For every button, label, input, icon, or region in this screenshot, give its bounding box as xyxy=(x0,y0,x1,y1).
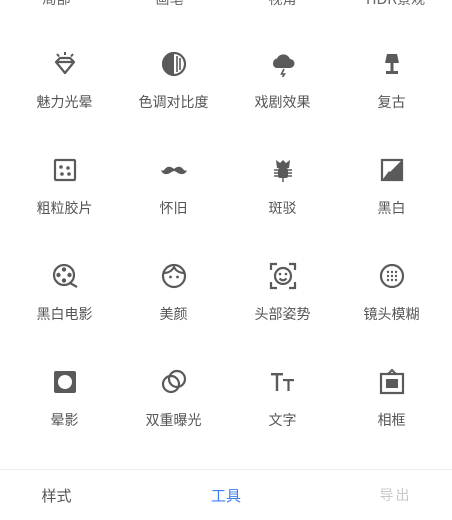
lens-blur-icon xyxy=(378,262,406,290)
tool-lens-blur[interactable]: 镜头模糊 xyxy=(337,256,446,362)
tool-vintage[interactable]: 复古 xyxy=(337,44,446,150)
double-exposure-icon xyxy=(160,368,188,396)
tool-label: 戏剧效果 xyxy=(254,95,311,111)
face-pose-icon xyxy=(269,262,297,290)
tool-label: 粗粒胶片 xyxy=(36,201,93,217)
partial-label-4[interactable]: HDR景观 xyxy=(339,0,452,10)
partial-label-2[interactable]: 画笔 xyxy=(113,0,226,10)
tool-label: 双重曝光 xyxy=(145,413,202,429)
grainy-film-icon xyxy=(51,156,79,184)
tool-glamour-glow[interactable]: 魅力光晕 xyxy=(10,44,119,150)
tool-drama[interactable]: 戏剧效果 xyxy=(228,44,337,150)
tonal-contrast-icon xyxy=(160,50,188,78)
partial-tool-row: 局部 画笔 视角 HDR景观 xyxy=(0,0,452,10)
tool-head-pose[interactable]: 头部姿势 xyxy=(228,256,337,362)
tool-double-exposure[interactable]: 双重曝光 xyxy=(119,362,228,468)
tool-noir[interactable]: 黑白电影 xyxy=(10,256,119,362)
vignette-icon xyxy=(51,368,79,396)
tool-label: 斑驳 xyxy=(268,201,297,217)
tools-grid: 魅力光晕 色调对比度 戏剧效果 复古 粗粒胶片 怀旧 斑驳 黑白 黑白电影 美颜… xyxy=(10,44,446,468)
tool-label: 复古 xyxy=(377,95,406,111)
diamond-glow-icon xyxy=(51,50,79,78)
text-icon xyxy=(269,368,297,396)
tool-black-white[interactable]: 黑白 xyxy=(337,150,446,256)
partial-label-1[interactable]: 局部 xyxy=(0,0,113,10)
tool-frames[interactable]: 相框 xyxy=(337,362,446,468)
lamp-icon xyxy=(378,50,406,78)
film-reel-icon xyxy=(51,262,79,290)
tab-styles[interactable]: 样式 xyxy=(0,485,113,506)
tool-label: 黑白电影 xyxy=(36,307,93,323)
tab-tools[interactable]: 工具 xyxy=(113,485,339,506)
mustache-icon xyxy=(160,156,188,184)
tool-grainy-film[interactable]: 粗粒胶片 xyxy=(10,150,119,256)
tool-label: 黑白 xyxy=(377,201,406,217)
grunge-guitar-icon xyxy=(269,156,297,184)
tool-label: 魅力光晕 xyxy=(36,95,93,111)
tool-vignette[interactable]: 晕影 xyxy=(10,362,119,468)
storm-cloud-icon xyxy=(269,50,297,78)
tool-label: 头部姿势 xyxy=(254,307,311,323)
tool-label: 镜头模糊 xyxy=(363,307,420,323)
tab-export[interactable]: 导出 xyxy=(339,485,452,505)
black-white-icon xyxy=(378,156,406,184)
tool-label: 文字 xyxy=(268,413,297,429)
tool-label: 晕影 xyxy=(50,413,79,429)
tool-retrolux[interactable]: 怀旧 xyxy=(119,150,228,256)
tool-label: 怀旧 xyxy=(159,201,188,217)
tool-label: 色调对比度 xyxy=(138,95,209,111)
tool-label: 相框 xyxy=(377,413,406,429)
tool-face-enhance[interactable]: 美颜 xyxy=(119,256,228,362)
tool-label: 美颜 xyxy=(159,307,188,323)
partial-label-3[interactable]: 视角 xyxy=(226,0,339,10)
tool-grunge[interactable]: 斑驳 xyxy=(228,150,337,256)
face-icon xyxy=(160,262,188,290)
tool-tonal-contrast[interactable]: 色调对比度 xyxy=(119,44,228,150)
bottom-tab-bar: 样式 工具 导出 xyxy=(0,469,452,520)
tool-text[interactable]: 文字 xyxy=(228,362,337,468)
frame-icon xyxy=(378,368,406,396)
